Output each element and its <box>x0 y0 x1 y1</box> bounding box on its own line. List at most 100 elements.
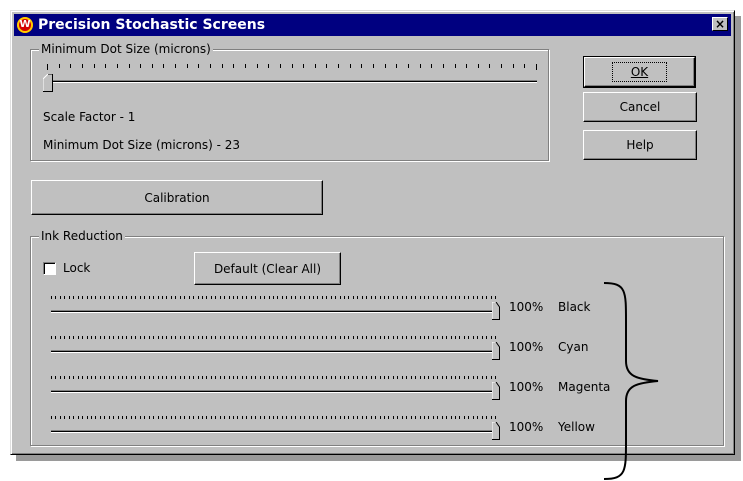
slider-tick <box>237 296 238 299</box>
ink-slider-track-cyan[interactable] <box>51 350 496 353</box>
ink-channel-name-black: Black <box>558 300 591 314</box>
slider-tick <box>322 296 323 299</box>
slider-tick <box>180 296 181 299</box>
ink-slider-thumb-black[interactable] <box>492 302 500 320</box>
slider-tick <box>304 336 305 339</box>
slider-tick <box>313 296 314 299</box>
scale-factor-text: Scale Factor - 1 <box>43 110 136 124</box>
slider-tick <box>87 416 88 419</box>
slider-tick <box>193 296 194 299</box>
ink-slider-thumb-magenta[interactable] <box>492 382 500 400</box>
slider-tick <box>220 336 221 339</box>
slider-tick <box>117 64 118 68</box>
ink-slider-ticks <box>51 296 496 300</box>
slider-tick <box>411 336 412 339</box>
slider-tick <box>415 376 416 379</box>
slider-tick <box>295 336 296 339</box>
slider-tick <box>59 64 60 68</box>
help-button[interactable]: Help <box>583 130 697 160</box>
slider-tick <box>91 376 92 379</box>
slider-tick <box>118 336 119 339</box>
ink-slider-thumb-yellow[interactable] <box>492 422 500 440</box>
slider-tick <box>64 296 65 299</box>
slider-tick <box>100 296 101 299</box>
slider-tick <box>193 336 194 339</box>
slider-tick <box>313 416 314 419</box>
slider-tick <box>171 416 172 419</box>
ink-slider-track-yellow[interactable] <box>51 430 496 433</box>
lock-checkbox[interactable] <box>43 262 56 275</box>
slider-tick <box>94 64 95 68</box>
slider-tick <box>495 416 496 419</box>
slider-tick <box>211 376 212 379</box>
calibration-button[interactable]: Calibration <box>31 180 323 215</box>
ink-slider-track-magenta[interactable] <box>51 390 496 393</box>
slider-tick <box>459 296 460 299</box>
slider-tick <box>375 376 376 379</box>
lock-label[interactable]: Lock <box>63 261 90 275</box>
ok-button[interactable]: OK <box>583 56 696 88</box>
slider-tick <box>348 336 349 339</box>
slider-tick <box>366 416 367 419</box>
slider-tick <box>255 376 256 379</box>
min-dot-slider-thumb[interactable] <box>43 74 53 92</box>
slider-tick <box>451 376 452 379</box>
slider-tick <box>415 296 416 299</box>
slider-tick <box>273 336 274 339</box>
slider-tick <box>237 336 238 339</box>
slider-tick <box>300 336 301 339</box>
slider-tick <box>95 376 96 379</box>
slider-tick <box>478 64 479 68</box>
slider-tick <box>338 64 339 68</box>
slider-tick <box>189 336 190 339</box>
slider-tick <box>73 416 74 419</box>
slider-tick <box>229 336 230 339</box>
slider-tick <box>78 416 79 419</box>
slider-tick <box>313 336 314 339</box>
slider-tick <box>451 416 452 419</box>
slider-tick <box>180 416 181 419</box>
slider-tick <box>340 296 341 299</box>
slider-tick <box>91 336 92 339</box>
close-button[interactable]: × <box>712 17 728 31</box>
slider-tick <box>260 336 261 339</box>
slider-tick <box>331 416 332 419</box>
slider-tick <box>357 336 358 339</box>
slider-tick <box>459 376 460 379</box>
slider-tick <box>113 416 114 419</box>
slider-tick <box>131 416 132 419</box>
cancel-button[interactable]: Cancel <box>583 92 697 122</box>
ink-slider-track-black[interactable] <box>51 310 496 313</box>
min-dot-slider-track[interactable] <box>47 80 537 83</box>
slider-tick <box>264 376 265 379</box>
slider-tick <box>396 64 397 68</box>
slider-tick <box>415 336 416 339</box>
slider-tick <box>451 336 452 339</box>
slider-tick <box>109 376 110 379</box>
slider-tick <box>317 336 318 339</box>
slider-tick <box>104 336 105 339</box>
slider-tick <box>166 336 167 339</box>
slider-tick <box>393 336 394 339</box>
slider-tick <box>149 416 150 419</box>
default-clear-all-button[interactable]: Default (Clear All) <box>194 252 341 285</box>
slider-tick <box>286 376 287 379</box>
slider-tick <box>406 296 407 299</box>
slider-tick <box>206 336 207 339</box>
ink-slider-thumb-cyan[interactable] <box>492 342 500 360</box>
slider-tick <box>198 296 199 299</box>
slider-tick <box>78 376 79 379</box>
slider-tick <box>366 336 367 339</box>
slider-tick <box>210 64 211 68</box>
slider-tick <box>222 64 223 68</box>
slider-tick <box>455 64 456 68</box>
slider-tick <box>277 416 278 419</box>
slider-tick <box>95 296 96 299</box>
slider-tick <box>459 416 460 419</box>
slider-tick <box>122 336 123 339</box>
slider-tick <box>477 416 478 419</box>
slider-tick <box>257 64 258 68</box>
slider-tick <box>224 296 225 299</box>
slider-tick <box>371 296 372 299</box>
slider-tick <box>384 296 385 299</box>
